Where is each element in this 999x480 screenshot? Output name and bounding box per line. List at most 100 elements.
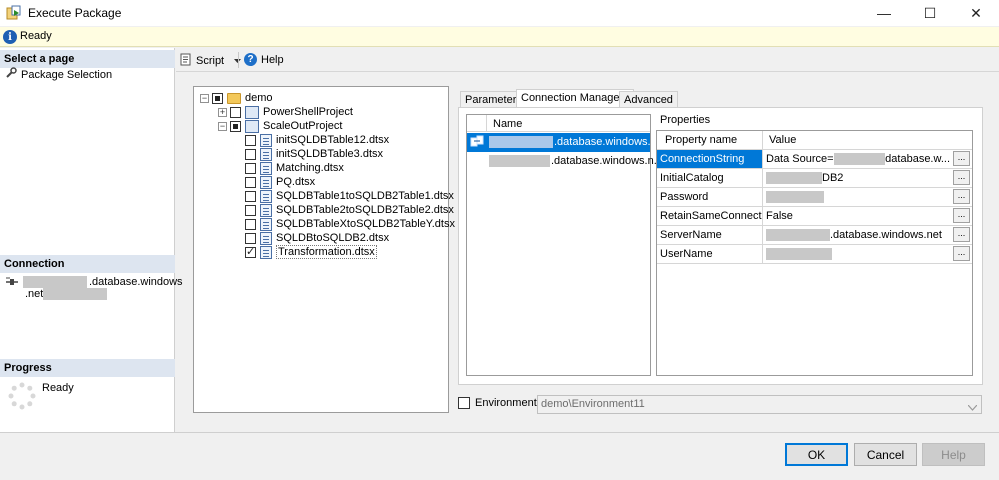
column-header-value: Value (769, 134, 797, 146)
ellipsis-button[interactable]: ... (953, 189, 970, 204)
ellipsis-button[interactable]: ... (953, 170, 970, 185)
wrench-icon (5, 67, 17, 82)
toolbar-separator (238, 52, 239, 68)
redacted-value (766, 248, 832, 260)
minimize-button[interactable]: — (861, 0, 907, 26)
expand-icon[interactable]: + (218, 107, 227, 117)
package-icon (260, 189, 272, 203)
left-panel: Select a page Package Selection Connecti… (0, 48, 183, 432)
ellipsis-button[interactable]: ... (953, 246, 970, 261)
properties-grid[interactable]: Property name Value ConnectionString Dat… (656, 130, 973, 376)
tab-connection-managers[interactable]: Connection Managers (516, 89, 634, 108)
package-tree[interactable]: − demo + PowerShellProject − ScaleOutPro… (193, 86, 455, 413)
tree-node-label: Transformation.dtsx (276, 245, 377, 259)
ellipsis-button[interactable]: ... (953, 151, 970, 166)
redacted-name (489, 136, 553, 148)
maximize-button[interactable]: ☐ (907, 0, 953, 26)
help-label: Help (261, 53, 284, 66)
tree-node-package-selected[interactable]: Transformation.dtsx (245, 245, 377, 259)
property-value[interactable] (763, 245, 953, 263)
tree-node-package[interactable]: PQ.dtsx (245, 175, 315, 189)
property-value[interactable]: False (763, 207, 953, 225)
ellipsis-button[interactable]: ... (953, 227, 970, 242)
tree-checkbox[interactable] (245, 148, 256, 160)
tree-checkbox[interactable] (245, 176, 256, 188)
list-row-selected[interactable]: .database.windows.... (467, 133, 660, 152)
property-row-servername[interactable]: ServerName .database.windows.net ... (657, 226, 972, 245)
property-value[interactable]: DB2 (763, 169, 953, 187)
property-name: ConnectionString (657, 150, 763, 168)
property-value[interactable] (763, 188, 953, 206)
tree-node-package[interactable]: initSQLDBTable12.dtsx (245, 133, 389, 147)
tree-checkbox[interactable] (245, 245, 256, 258)
list-row-label: .database.windows.n... (551, 155, 663, 167)
redacted-value (833, 153, 886, 165)
tree-node-label: ScaleOutProject (263, 120, 343, 132)
tree-checkbox[interactable] (245, 232, 256, 244)
tree-node-package[interactable]: Matching.dtsx (245, 161, 344, 175)
script-label: Script (196, 55, 225, 67)
tree-node-package[interactable]: initSQLDBTable3.dtsx (245, 147, 383, 161)
status-text: Ready (20, 30, 52, 42)
ok-button[interactable]: OK (785, 443, 848, 466)
collapse-icon[interactable]: − (218, 121, 227, 131)
tree-node-package[interactable]: SQLDBtoSQLDB2.dtsx (245, 231, 389, 245)
progress-spinner-icon (8, 382, 36, 413)
footer-divider (0, 432, 999, 433)
redacted-server-2 (43, 288, 107, 300)
execute-package-icon (6, 5, 22, 21)
help-toolbar-button[interactable]: ? Help (244, 53, 284, 66)
tree-checkbox[interactable] (230, 106, 241, 118)
tree-node-project[interactable]: + PowerShellProject (218, 105, 353, 119)
environment-checkbox[interactable] (458, 397, 470, 409)
property-value[interactable]: Data Source= database.w... (763, 150, 953, 168)
ellipsis-button[interactable]: ... (953, 208, 970, 223)
property-name: InitialCatalog (657, 169, 763, 187)
tree-checkbox[interactable] (245, 162, 256, 174)
connection-manager-list[interactable]: Name .database.windows.... .database.win… (466, 114, 663, 376)
property-value[interactable]: .database.windows.net (763, 226, 953, 244)
tree-node-label: Matching.dtsx (276, 162, 344, 174)
window-title: Execute Package (28, 6, 122, 20)
tree-checkbox[interactable] (212, 92, 223, 104)
tree-checkbox[interactable] (245, 190, 256, 202)
tree-node-label: initSQLDBTable3.dtsx (276, 148, 383, 160)
tree-node-label: PQ.dtsx (276, 176, 316, 188)
page-item-package-selection[interactable]: Package Selection (5, 67, 112, 82)
progress-header: Progress (0, 359, 175, 377)
column-header-name[interactable]: Name (493, 118, 522, 130)
connection-server: .database.windows (89, 276, 183, 288)
tree-node-project[interactable]: − ScaleOutProject (218, 119, 342, 133)
property-row-retainsameconnection[interactable]: RetainSameConnection False ... (657, 207, 972, 226)
tree-checkbox[interactable] (245, 134, 256, 146)
collapse-icon[interactable]: − (200, 93, 209, 103)
redacted-value (766, 229, 830, 241)
tree-node-label: SQLDBTable1toSQLDB2Table1.dtsx (276, 190, 454, 202)
tree-node-package[interactable]: SQLDBTable2toSQLDB2Table2.dtsx (245, 203, 454, 217)
property-row-password[interactable]: Password ... (657, 188, 972, 207)
property-row-connectionstring[interactable]: ConnectionString Data Source= database.w… (657, 150, 972, 169)
close-button[interactable]: ✕ (953, 0, 999, 26)
properties-header: Property name Value (657, 131, 972, 150)
folder-icon (227, 92, 241, 104)
property-row-initialcatalog[interactable]: InitialCatalog DB2 ... (657, 169, 972, 188)
help-icon: ? (244, 53, 257, 66)
property-row-username[interactable]: UserName ... (657, 245, 972, 264)
package-icon (260, 147, 272, 161)
tree-checkbox[interactable] (245, 204, 256, 216)
tree-node-package[interactable]: SQLDBTableXtoSQLDB2TableY.dtsx (245, 217, 455, 231)
tree-node-root[interactable]: − demo (200, 91, 273, 105)
tab-advanced[interactable]: Advanced (619, 91, 678, 107)
environment-select[interactable]: demo\Environment11 (537, 395, 982, 414)
tree-checkbox[interactable] (245, 218, 256, 230)
tree-node-package[interactable]: SQLDBTable1toSQLDB2Table1.dtsx (245, 189, 454, 203)
tree-checkbox[interactable] (230, 120, 241, 132)
package-icon (260, 231, 272, 245)
cancel-button[interactable]: Cancel (854, 443, 917, 466)
package-icon (260, 203, 272, 217)
redacted-server (23, 276, 87, 288)
script-button[interactable]: Script (180, 53, 242, 69)
help-button[interactable]: Help (922, 443, 985, 466)
list-row[interactable]: .database.windows.n... (467, 152, 663, 171)
property-name: ServerName (657, 226, 763, 244)
